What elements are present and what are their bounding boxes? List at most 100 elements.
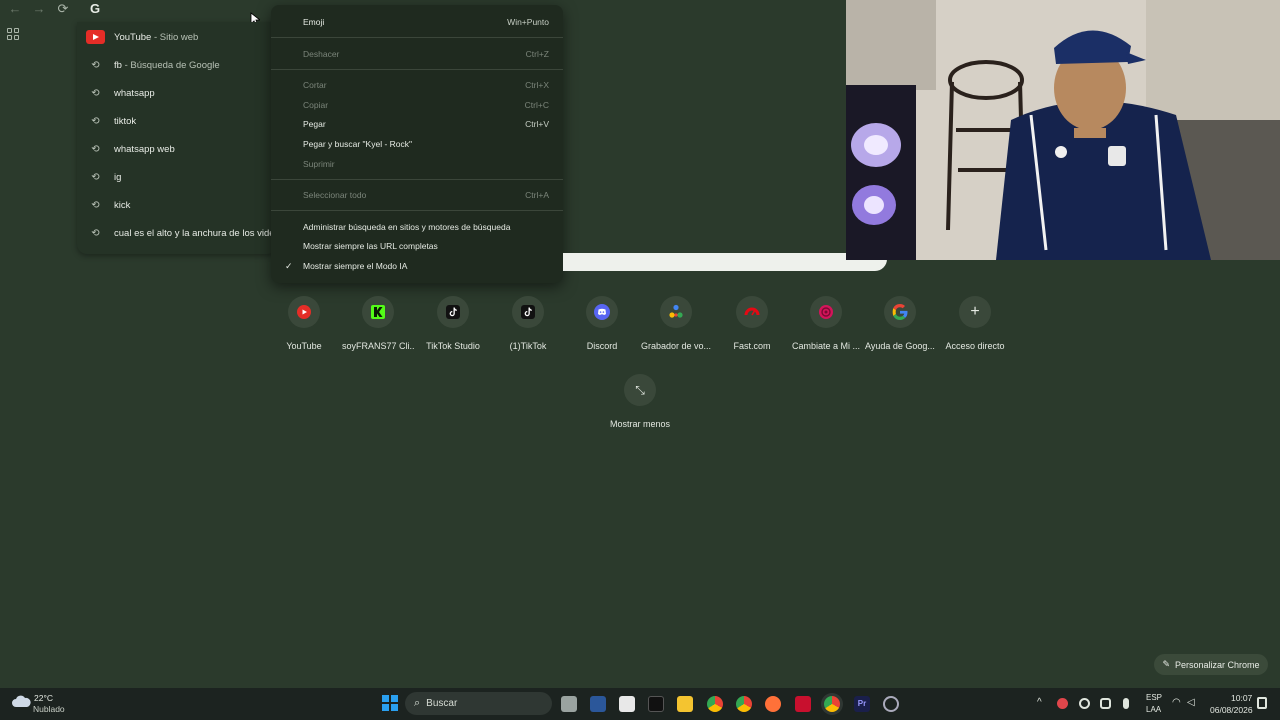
shortcut-google-help[interactable]: Ayuda de Goog... [864, 295, 936, 355]
chrome-icon[interactable] [736, 696, 752, 712]
suggestion-separator: - [151, 31, 160, 43]
taskbar-search-placeholder: Buscar [426, 698, 458, 709]
suggestion-tiktok[interactable]: ⟲ tiktok [77, 107, 277, 135]
weather-temperature[interactable]: 22°C [34, 693, 53, 703]
notification-icon[interactable] [1257, 697, 1267, 709]
task-view-icon[interactable] [561, 696, 577, 712]
menu-item-label: Mostrar siempre el Modo IA [303, 261, 408, 271]
menu-item-select-all[interactable]: Seleccionar todo Ctrl+A [271, 186, 563, 204]
youtube-icon [288, 296, 320, 328]
menu-item-cut[interactable]: Cortar Ctrl+X [271, 76, 563, 94]
menu-item-show-full-urls[interactable]: Mostrar siempre las URL completas [271, 237, 563, 255]
shortcut-tiktok-studio[interactable]: TikTok Studio [417, 295, 489, 355]
show-hidden-icons-icon[interactable]: ^ [1037, 697, 1042, 708]
menu-item-label: Suprimir [303, 159, 335, 169]
suggestion-ig[interactable]: ⟲ ig [77, 163, 277, 191]
tray-app-icon[interactable] [1057, 698, 1068, 709]
speedometer-icon [736, 296, 768, 328]
checkmark-icon: ✓ [285, 260, 293, 271]
suggestion-text: cual es el alto y la anchura de los vide [114, 227, 275, 239]
shortcut-tiktok[interactable]: (1)TikTok [492, 295, 564, 355]
forward-button[interactable]: → [30, 1, 48, 17]
microphone-icon[interactable] [1123, 698, 1129, 709]
tiktok-app-icon[interactable] [648, 696, 664, 712]
clock-date[interactable]: 06/08/2026 [1210, 705, 1253, 715]
youtube-icon [86, 30, 105, 44]
history-icon: ⟲ [91, 87, 100, 99]
capcut-icon[interactable] [795, 696, 811, 712]
menu-item-label: Seleccionar todo [303, 190, 367, 200]
back-button[interactable]: ← [6, 1, 24, 17]
weather-description[interactable]: Nublado [33, 704, 65, 714]
webcam-overlay [846, 0, 1280, 260]
file-explorer-icon[interactable] [677, 696, 693, 712]
history-icon: ⟲ [91, 171, 100, 183]
webcam-person-image [846, 0, 1280, 260]
shortcut-kick[interactable]: soyFRANS77 Cli... [342, 295, 414, 355]
search-box[interactable] [563, 253, 887, 271]
language-top[interactable]: ESP [1146, 693, 1162, 702]
reload-button[interactable]: ⟳ [54, 1, 72, 17]
suggestion-text: YouTube [114, 31, 152, 43]
menu-item-undo[interactable]: Deshacer Ctrl+Z [271, 45, 563, 63]
suggestion-whatsapp-web[interactable]: ⟲ whatsapp web [77, 135, 277, 163]
shortcut-label: (1)TikTok [509, 341, 547, 351]
menu-divider [271, 69, 563, 70]
chrome-icon[interactable] [707, 696, 723, 712]
shortcut-discord[interactable]: Discord [566, 295, 638, 355]
word-icon[interactable] [590, 696, 606, 712]
menu-item-label: Administrar búsqueda en sitios y motores… [303, 222, 511, 232]
suggestion-whatsapp[interactable]: ⟲ whatsapp [77, 79, 277, 107]
suggestion-kick[interactable]: ⟲ kick [77, 191, 277, 219]
apps-grid-icon[interactable] [7, 28, 19, 40]
premiere-icon[interactable]: Pr [854, 696, 870, 712]
menu-item-label: Mostrar siempre las URL completas [303, 241, 438, 251]
suggestion-youtube[interactable]: YouTube - Sitio web [77, 23, 277, 51]
menu-item-label: Pegar [303, 119, 326, 129]
volume-icon[interactable]: ◁ [1187, 697, 1195, 708]
suggestion-video-size[interactable]: ⟲ cual es el alto y la anchura de los vi… [77, 219, 277, 247]
shortcut-label: TikTok Studio [426, 341, 480, 351]
suggestion-desc: Sitio web [159, 31, 199, 43]
chrome-active-icon[interactable] [824, 696, 840, 712]
menu-item-shortcut: Ctrl+V [525, 119, 549, 129]
menu-item-copy[interactable]: Copiar Ctrl+C [271, 96, 563, 114]
pencil-icon: ✎ [1162, 659, 1170, 669]
shortcut-label: Cambiate a Mi ... [791, 341, 861, 351]
shortcut-voice-recorder[interactable]: Grabador de vo... [640, 295, 712, 355]
menu-item-emoji[interactable]: Emoji Win+Punto [271, 13, 563, 31]
menu-item-delete[interactable]: Suprimir [271, 155, 563, 173]
tiktok-icon [512, 296, 544, 328]
taskbar-search[interactable]: ⌕ Buscar [405, 692, 552, 715]
store-icon[interactable] [619, 696, 635, 712]
menu-item-paste-and-search[interactable]: Pegar y buscar "Kyel - Rock" [271, 135, 563, 153]
obs-icon[interactable] [883, 696, 899, 712]
menu-item-shortcut: Ctrl+X [525, 80, 549, 90]
shortcut-add[interactable]: + Acceso directo [939, 295, 1011, 355]
shortcut-youtube[interactable]: YouTube [268, 295, 340, 355]
collapse-icon[interactable]: ⤡ [624, 374, 656, 406]
tray-sync-icon[interactable] [1079, 698, 1090, 709]
history-icon: ⟲ [91, 59, 100, 71]
customize-chrome-button[interactable]: ✎ Personalizar Chrome [1154, 654, 1268, 675]
history-icon: ⟲ [91, 227, 100, 239]
windows-start-icon[interactable] [382, 695, 398, 711]
shortcut-fast-com[interactable]: Fast.com [716, 295, 788, 355]
suggestion-fb[interactable]: ⟲ fb - Búsqueda de Google [77, 51, 277, 79]
menu-item-manage-search[interactable]: Administrar búsqueda en sitios y motores… [271, 218, 563, 236]
search-icon: ⌕ [414, 697, 421, 709]
menu-item-show-ai-mode[interactable]: ✓ Mostrar siempre el Modo IA [271, 257, 563, 275]
menu-divider [271, 210, 563, 211]
menu-item-shortcut: Ctrl+Z [525, 49, 549, 59]
wifi-icon[interactable]: ◠ [1172, 697, 1181, 708]
firefox-icon[interactable] [765, 696, 781, 712]
menu-item-paste[interactable]: Pegar Ctrl+V [271, 115, 563, 133]
tray-refresh-icon[interactable] [1100, 698, 1111, 709]
cloud-icon [12, 695, 31, 707]
suggestion-separator: - [121, 59, 131, 71]
shortcut-carrier[interactable]: Cambiate a Mi ... [790, 295, 862, 355]
language-bottom[interactable]: LAA [1146, 705, 1161, 714]
shortcut-label: Ayuda de Goog... [865, 341, 935, 351]
suggestion-text: kick [114, 199, 131, 211]
clock-time[interactable]: 10:07 [1231, 693, 1252, 703]
